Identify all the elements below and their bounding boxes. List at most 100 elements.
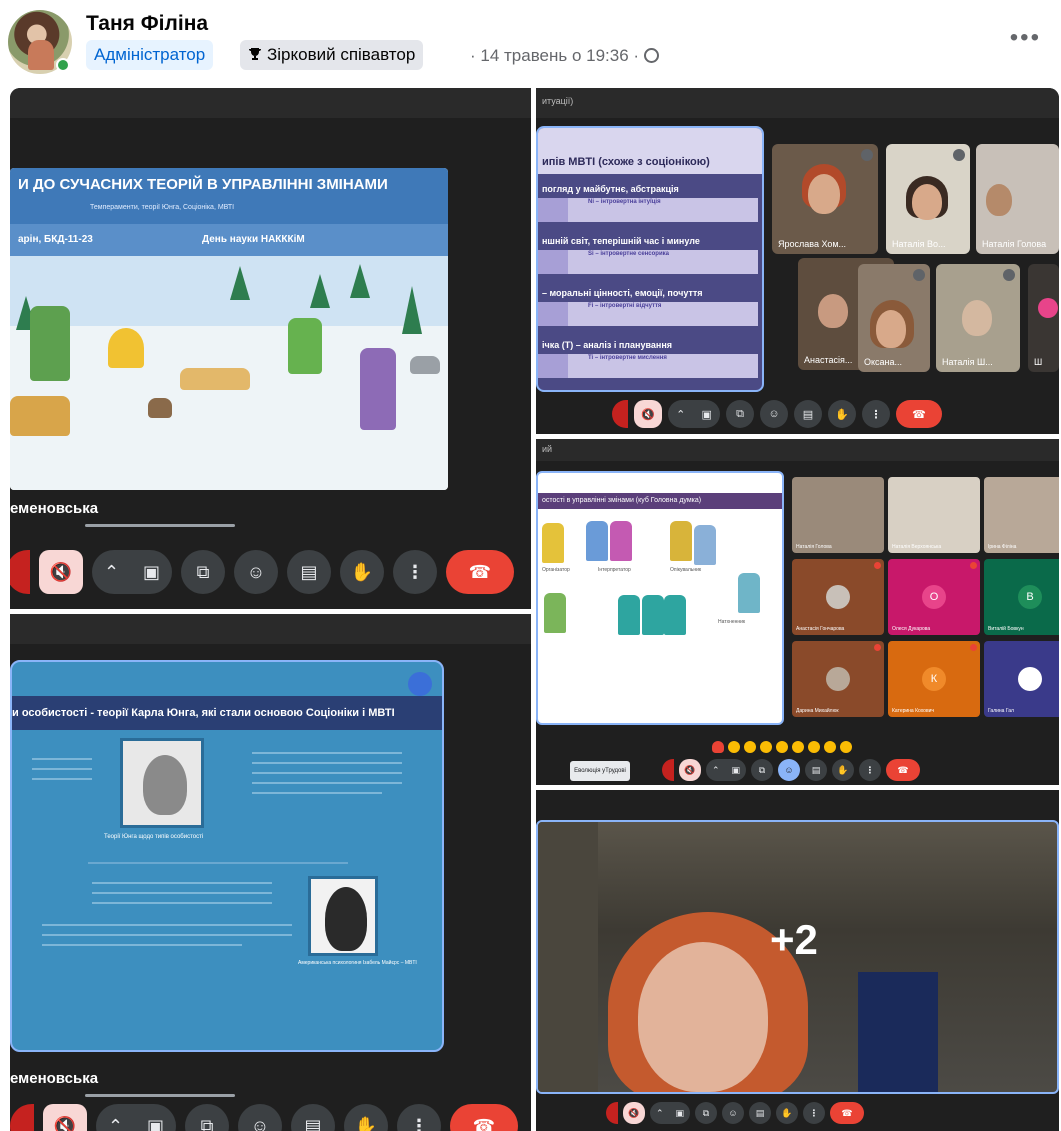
emoji-icon[interactable]: ☺ — [722, 1102, 744, 1124]
raise-hand-icon[interactable]: ✋ — [344, 1104, 388, 1131]
raise-hand-icon[interactable]: ✋ — [776, 1102, 798, 1124]
emoji-icon[interactable]: ☺ — [238, 1104, 282, 1131]
participant-tile[interactable]: Наталія Голова — [792, 477, 884, 553]
more-options-icon[interactable]: ⋮ — [859, 759, 881, 781]
slide-caption: Натхненник — [718, 619, 746, 625]
thumbs-down-reaction-icon[interactable] — [840, 741, 852, 753]
camera-toggle[interactable]: ⌃ ▣ — [668, 400, 720, 428]
party-reaction-icon[interactable] — [744, 741, 756, 753]
more-photos-count[interactable]: +2 — [770, 916, 818, 964]
slide-row: погляд у майбутнє, абстракція — [542, 184, 679, 194]
end-call-icon[interactable]: ☎ — [450, 1104, 518, 1131]
mic-muted-icon[interactable]: 🔇 — [43, 1104, 87, 1131]
captions-icon[interactable]: ▤ — [291, 1104, 335, 1131]
emoji-icon[interactable]: ☺ — [234, 550, 278, 594]
camera-toggle[interactable]: ⌃ ▣ — [96, 1104, 176, 1131]
participant-tile[interactable]: О Олеся Дукарова — [888, 559, 980, 635]
mic-muted-icon[interactable]: 🔇 — [623, 1102, 645, 1124]
more-options-icon[interactable]: ⋮ — [803, 1102, 825, 1124]
present-screen-icon[interactable]: ⧉ — [185, 1104, 229, 1131]
raise-hand-icon[interactable]: ✋ — [832, 759, 854, 781]
present-screen-icon[interactable]: ⧉ — [726, 400, 754, 428]
more-audio-options[interactable] — [606, 1102, 618, 1124]
thinking-reaction-icon[interactable] — [824, 741, 836, 753]
meet-topbar — [10, 88, 531, 118]
screenshot-tile-1[interactable]: И ДО СУЧАСНИХ ТЕОРІЙ В УПРАВЛІННІ ЗМІНАМ… — [10, 88, 531, 609]
clap-reaction-icon[interactable] — [760, 741, 772, 753]
mic-muted-icon[interactable]: 🔇 — [679, 759, 701, 781]
chevron-up-icon: ⌃ — [655, 1107, 664, 1118]
photo-caption: Американська психологиня Ізабель Майєрс … — [298, 960, 417, 966]
emoji-icon[interactable]: ☺ — [760, 400, 788, 428]
divider — [85, 1094, 235, 1097]
thumbs-up-reaction-icon[interactable] — [728, 741, 740, 753]
participant-name: Галина Гал — [988, 708, 1014, 714]
participant-tile[interactable]: Дарина Михайлюк — [792, 641, 884, 717]
present-screen-icon[interactable]: ⧉ — [181, 550, 225, 594]
more-audio-options[interactable] — [10, 1104, 34, 1131]
more-options-icon[interactable]: ••• — [1010, 24, 1041, 52]
end-call-icon[interactable]: ☎ — [896, 400, 942, 428]
participant-tile[interactable]: Наталія Ш... — [936, 264, 1020, 372]
participant-tile[interactable]: Наталія Во... — [886, 144, 970, 254]
present-screen-icon[interactable]: ⧉ — [695, 1102, 717, 1124]
more-options-icon[interactable]: ⋮ — [393, 550, 437, 594]
more-audio-options[interactable] — [10, 550, 30, 594]
globe-icon — [643, 48, 659, 63]
end-call-icon[interactable]: ☎ — [446, 550, 514, 594]
caption-language-button[interactable]: Еволюція уТрудові — [570, 761, 630, 781]
more-options-icon[interactable]: ⋮ — [862, 400, 890, 428]
heart-reaction-icon[interactable] — [712, 741, 724, 753]
end-call-icon[interactable]: ☎ — [886, 759, 920, 781]
participant-tile[interactable]: Наталія Верхоянська — [888, 477, 980, 553]
raise-hand-icon[interactable]: ✋ — [828, 400, 856, 428]
more-audio-options[interactable] — [612, 400, 628, 428]
screenshot-tile-3[interactable]: ий остості в управлінні змінами (куб Гол… — [536, 439, 1059, 785]
participant-tile[interactable]: Галина Гал — [984, 641, 1059, 717]
participant-initial: К — [922, 667, 946, 691]
slide-caption: Інтерпретатор — [598, 567, 631, 573]
post-date: · 14 травень о 19:36 · — [470, 46, 640, 65]
emoji-icon[interactable]: ☺ — [778, 759, 800, 781]
more-options-icon[interactable]: ⋮ — [397, 1104, 441, 1131]
mic-muted-icon[interactable]: 🔇 — [39, 550, 83, 594]
participant-tile[interactable]: Оксана... — [858, 264, 930, 372]
captions-icon[interactable]: ▤ — [749, 1102, 771, 1124]
more-audio-options[interactable] — [662, 759, 674, 781]
screenshot-tile-4[interactable]: и особистості - теорії Карла Юнга, які с… — [10, 614, 531, 1131]
end-call-icon[interactable]: ☎ — [830, 1102, 864, 1124]
participant-tile[interactable]: К Катерина Кохович — [888, 641, 980, 717]
participant-initial: О — [922, 585, 946, 609]
participant-tile[interactable]: В Виталій Бовкун — [984, 559, 1059, 635]
participant-name: Наталія Во... — [892, 239, 946, 249]
camera-toggle[interactable]: ⌃ ▣ — [650, 1102, 690, 1124]
sad-reaction-icon[interactable] — [808, 741, 820, 753]
camera-icon: ▣ — [675, 1107, 685, 1118]
participant-tile[interactable]: Ярослава Хом... — [772, 144, 878, 254]
participant-tile[interactable]: Ірина Філіна — [984, 477, 1059, 553]
carl-jung-photo — [120, 738, 204, 828]
post-timestamp[interactable]: · 14 травень о 19:36 · — [470, 46, 659, 66]
meet-control-bar: 🔇 ⌃ ▣ ⧉ ☺ ▤ ✋ ⋮ ☎ — [10, 1104, 518, 1131]
surprised-reaction-icon[interactable] — [792, 741, 804, 753]
camera-toggle[interactable]: ⌃ ▣ — [706, 759, 746, 781]
author-name[interactable]: Таня Філіна — [86, 12, 208, 36]
raise-hand-icon[interactable]: ✋ — [340, 550, 384, 594]
present-screen-icon[interactable]: ⧉ — [751, 759, 773, 781]
mic-muted-icon[interactable]: 🔇 — [634, 400, 662, 428]
participant-tile[interactable]: Ш — [1028, 264, 1059, 372]
participant-tile[interactable]: Наталія Голова — [976, 144, 1059, 254]
laugh-reaction-icon[interactable] — [776, 741, 788, 753]
participant-tile[interactable]: Анастасія Гончарова — [792, 559, 884, 635]
captions-icon[interactable]: ▤ — [805, 759, 827, 781]
captions-icon[interactable]: ▤ — [794, 400, 822, 428]
captions-icon[interactable]: ▤ — [287, 550, 331, 594]
screenshot-tile-2[interactable]: итуації) ипів MBTI (схоже з соціонікою) … — [536, 88, 1059, 434]
star-contributor-badge[interactable]: Зірковий співавтор — [240, 40, 424, 70]
divider — [85, 524, 235, 527]
reaction-bar — [712, 741, 852, 753]
admin-badge[interactable]: Адміністратор — [86, 40, 214, 70]
isabel-myers-photo — [308, 876, 378, 956]
screenshot-tile-5[interactable]: +2 🔇 ⌃ ▣ ⧉ ☺ ▤ ✋ ⋮ ☎ — [536, 790, 1059, 1131]
camera-toggle[interactable]: ⌃ ▣ — [92, 550, 172, 594]
